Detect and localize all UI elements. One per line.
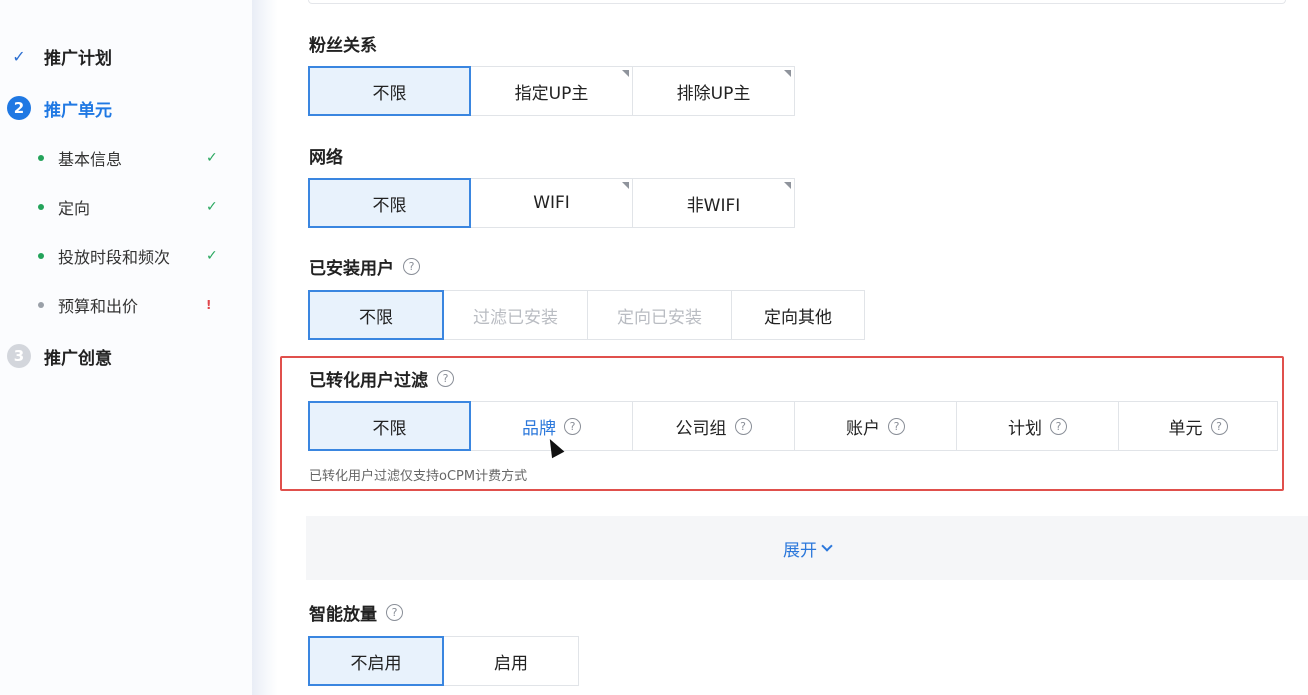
- chevron-down-icon: [821, 539, 833, 552]
- bullet-dot: [38, 155, 44, 161]
- step-done-marker: ✓: [6, 43, 32, 69]
- step-label: 推广单元: [44, 100, 112, 121]
- option-label: 公司组: [675, 418, 727, 439]
- step-marker: 2: [6, 95, 32, 121]
- substep-budget[interactable]: 预算和出价 !: [38, 293, 228, 317]
- step-number-badge: 3: [7, 344, 31, 368]
- converted-option-company-group[interactable]: 公司组 ?: [632, 401, 795, 451]
- option-label: WIFI: [533, 193, 570, 213]
- fans-label: 粉丝关系: [309, 36, 377, 56]
- expand-bar: 展开: [306, 516, 1308, 580]
- option-label: 账户: [846, 418, 880, 439]
- converted-filter-label-text: 已转化用户过滤: [309, 371, 428, 391]
- question-circle-icon[interactable]: ?: [564, 417, 581, 435]
- option-label: 非WIFI: [686, 195, 741, 216]
- fans-option-exclude-up[interactable]: 排除UP主: [632, 66, 795, 116]
- question-circle-icon[interactable]: ?: [888, 417, 905, 435]
- step-creative[interactable]: 3 推广创意: [6, 342, 112, 370]
- network-option-wifi[interactable]: WIFI: [470, 178, 633, 228]
- converted-filter-hint: 已转化用户过滤仅支持oCPM计费方式: [309, 469, 528, 484]
- bullet-dot: [38, 204, 44, 210]
- fans-segmented-control: 不限 指定UP主 排除UP主: [308, 66, 795, 116]
- smart-expansion-label-text: 智能放量: [309, 605, 377, 625]
- dropdown-corner-icon: [784, 182, 791, 189]
- option-label: 计划: [1008, 418, 1042, 439]
- fans-option-specified-up[interactable]: 指定UP主: [470, 66, 633, 116]
- bullet-dot: [38, 253, 44, 259]
- option-label: 品牌: [522, 418, 556, 439]
- converted-option-unlimited[interactable]: 不限: [308, 401, 471, 451]
- substep-label: 定向: [58, 199, 91, 218]
- expand-button[interactable]: 展开: [783, 536, 833, 561]
- expand-label: 展开: [783, 540, 817, 561]
- smart-segmented-control: 不启用 启用: [308, 636, 579, 686]
- check-icon: ✓: [206, 199, 218, 215]
- smart-option-enabled[interactable]: 启用: [443, 636, 579, 686]
- smart-option-disabled[interactable]: 不启用: [308, 636, 444, 686]
- check-icon: ✓: [206, 248, 218, 264]
- network-option-unlimited[interactable]: 不限: [308, 178, 471, 228]
- installed-option-other[interactable]: 定向其他: [731, 290, 865, 340]
- step-campaign[interactable]: ✓ 推广计划: [6, 42, 112, 70]
- substep-basic-info[interactable]: 基本信息 ✓: [38, 146, 228, 170]
- option-label: 排除UP主: [676, 83, 751, 104]
- installed-option-filter: 过滤已安装: [443, 290, 588, 340]
- substep-label: 基本信息: [58, 150, 123, 169]
- network-segmented-control: 不限 WIFI 非WIFI: [308, 178, 795, 228]
- substep-schedule[interactable]: 投放时段和频次 ✓: [38, 244, 228, 268]
- step-label: 推广计划: [44, 48, 112, 69]
- question-circle-icon[interactable]: ?: [386, 604, 403, 621]
- option-label: 单元: [1168, 418, 1203, 439]
- dropdown-corner-icon: [784, 70, 791, 77]
- bullet-dot: [38, 302, 44, 308]
- installed-segmented-control: 不限 过滤已安装 定向已安装 定向其他: [308, 290, 865, 340]
- question-circle-icon[interactable]: ?: [1050, 417, 1067, 435]
- step-number-badge: 2: [7, 96, 31, 120]
- substep-targeting[interactable]: 定向 ✓: [38, 195, 228, 219]
- fans-option-unlimited[interactable]: 不限: [308, 66, 471, 116]
- converted-filter-label: 已转化用户过滤 ?: [309, 366, 454, 391]
- sidebar-divider: [252, 0, 278, 695]
- smart-expansion-label: 智能放量 ?: [309, 600, 403, 625]
- step-unit[interactable]: 2 推广单元: [6, 94, 112, 122]
- step-label: 推广创意: [44, 348, 112, 369]
- installed-option-target: 定向已安装: [587, 290, 732, 340]
- check-icon: ✓: [206, 150, 218, 166]
- dropdown-corner-icon: [622, 182, 629, 189]
- dropdown-corner-icon: [622, 70, 629, 77]
- network-option-non-wifi[interactable]: 非WIFI: [632, 178, 795, 228]
- previous-field-edge: [308, 0, 1286, 4]
- network-label: 网络: [309, 148, 343, 168]
- question-circle-icon[interactable]: ?: [734, 417, 752, 435]
- warning-icon: !: [206, 298, 212, 312]
- question-circle-icon[interactable]: ?: [437, 370, 454, 387]
- installed-option-unlimited[interactable]: 不限: [308, 290, 444, 340]
- converted-option-account[interactable]: 账户 ?: [794, 401, 957, 451]
- check-icon: ✓: [12, 46, 26, 66]
- option-label: 指定UP主: [514, 83, 589, 104]
- converted-segmented-control: 不限 品牌 ? 公司组 ? 账户 ? 计划 ? 单元 ?: [308, 401, 1278, 451]
- installed-users-label-text: 已安装用户: [309, 259, 394, 279]
- form-area: 粉丝关系 不限 指定UP主 排除UP主 网络 不限 WIFI 非WIFI 已安装…: [278, 0, 1308, 695]
- question-circle-icon[interactable]: ?: [403, 258, 420, 275]
- substep-label: 预算和出价: [58, 297, 139, 316]
- converted-option-plan[interactable]: 计划 ?: [956, 401, 1119, 451]
- question-circle-icon[interactable]: ?: [1210, 417, 1228, 435]
- step-marker: 3: [6, 343, 32, 369]
- steps-sidebar: ✓ 推广计划 2 推广单元 基本信息 ✓ 定向 ✓ 投放时段和频次 ✓ 预算和出…: [0, 0, 252, 695]
- installed-users-label: 已安装用户 ?: [309, 254, 420, 279]
- substep-label: 投放时段和频次: [58, 248, 171, 267]
- converted-option-unit[interactable]: 单元 ?: [1118, 401, 1278, 451]
